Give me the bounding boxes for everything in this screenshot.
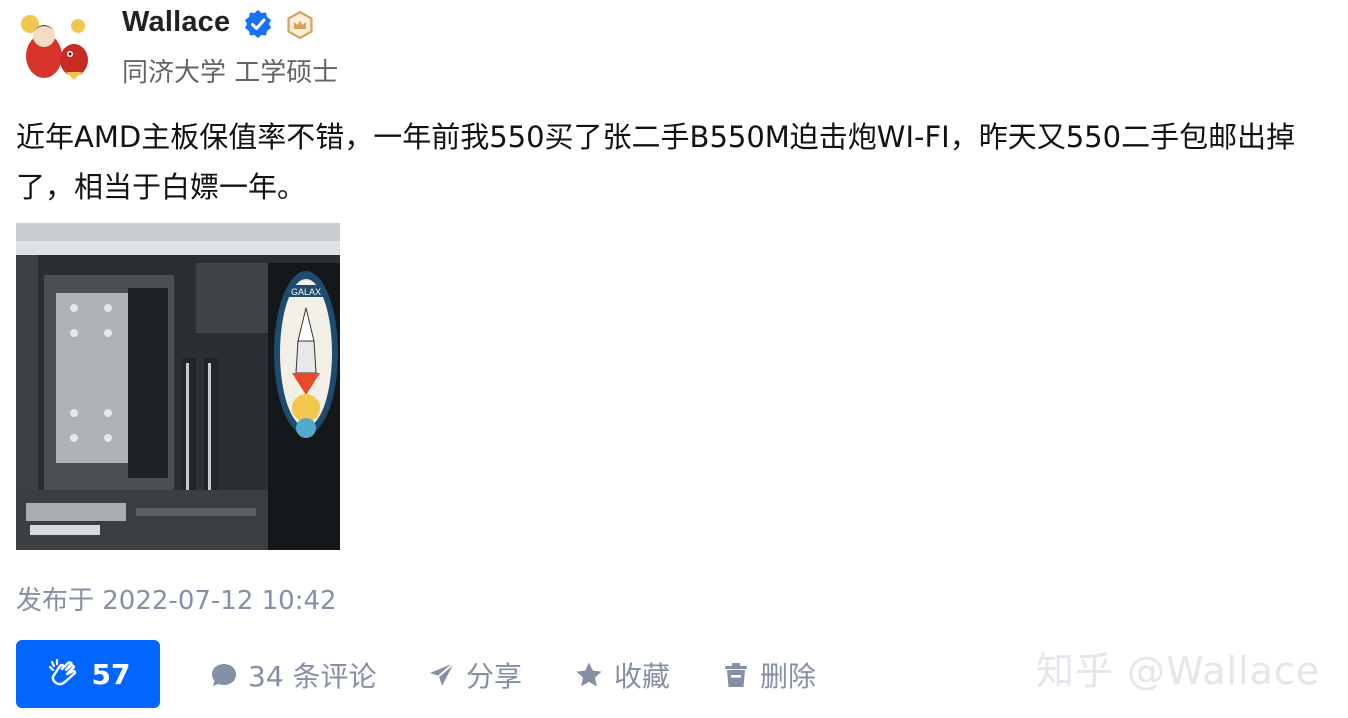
comment-label: 34 条评论 [248,660,377,693]
like-button[interactable]: 57 [16,640,160,708]
share-button[interactable]: 分享 [428,650,522,700]
comment-bubble-icon [212,664,236,686]
comment-button[interactable]: 34 条评论 [210,650,377,700]
author-name[interactable]: Wallace [122,6,230,39]
delete-label: 删除 [760,660,817,693]
verified-check-icon [245,10,271,38]
delete-button[interactable]: 删除 [722,650,816,700]
watermark: 知乎 @Wallace [1036,649,1321,693]
crown-badge-icon[interactable] [285,10,315,40]
share-label: 分享 [466,660,523,693]
pc-build-photo: GALAX [16,223,340,550]
post-image[interactable]: GALAX [16,223,340,550]
favorite-button[interactable]: 收藏 [574,650,670,700]
avatar-illustration [16,12,92,84]
paper-plane-icon [430,662,455,686]
avatar[interactable] [16,12,92,84]
star-icon [576,662,602,687]
post-timestamp[interactable]: 发布于 2022-07-12 10:42 [16,580,337,617]
sticker-brand-text: GALAX [291,287,321,297]
like-count: 57 [91,657,131,691]
post-content: 近年AMD主板保值率不错，一年前我550买了张二手B550M迫击炮WI-FI，昨… [16,120,1296,204]
author-headline: 同济大学 工学硕士 [122,58,339,88]
favorite-label: 收藏 [614,660,671,693]
trash-icon [725,663,747,687]
clap-icon [48,658,76,686]
